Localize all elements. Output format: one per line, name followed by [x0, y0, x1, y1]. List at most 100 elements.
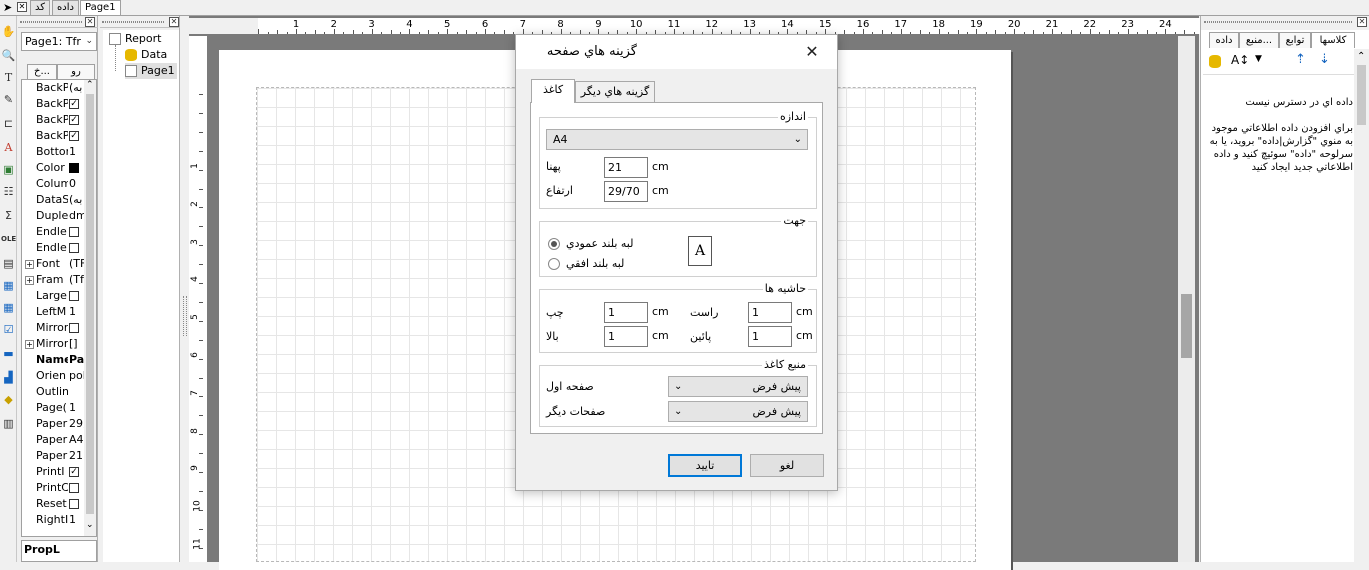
- chart-icon[interactable]: ▟: [1, 370, 16, 385]
- property-row[interactable]: Endle:: [22, 224, 86, 240]
- property-row[interactable]: + Mirror[]: [22, 336, 86, 352]
- dialog-titlebar[interactable]: گزينه هاي صفحه ✕: [516, 35, 837, 69]
- rich-text-icon[interactable]: ▤: [1, 256, 16, 271]
- property-row[interactable]: Large: [22, 288, 86, 304]
- gradient-icon[interactable]: ▬: [1, 346, 16, 361]
- panel-grip[interactable]: [20, 21, 82, 23]
- property-row[interactable]: Duple dm: [22, 208, 86, 224]
- splitter-grip[interactable]: [183, 296, 187, 336]
- tab-paper[interactable]: كاغذ: [531, 79, 575, 103]
- property-checkbox[interactable]: [69, 323, 79, 333]
- page-select[interactable]: Page1: Tfr ⌄: [21, 32, 97, 51]
- splitter[interactable]: [181, 16, 189, 562]
- landscape-radio[interactable]: [548, 258, 560, 270]
- property-row[interactable]: Bottor 1: [22, 144, 86, 160]
- memo-icon[interactable]: A: [1, 140, 16, 155]
- dialog-close-button[interactable]: ✕: [800, 40, 824, 64]
- tree-close-icon[interactable]: ✕: [169, 17, 179, 27]
- property-row[interactable]: RightI 1: [22, 512, 86, 528]
- tab-source[interactable]: منبع...: [1239, 32, 1279, 48]
- property-row[interactable]: BackP ✓: [22, 112, 86, 128]
- hand-icon[interactable]: ✋: [1, 24, 16, 39]
- dropdown-arrow-icon[interactable]: ▼: [1255, 54, 1262, 64]
- property-checkbox[interactable]: ✓: [69, 115, 79, 125]
- property-checkbox[interactable]: ✓: [69, 99, 79, 109]
- design-scrollbar[interactable]: [1178, 36, 1195, 562]
- property-checkbox[interactable]: [69, 227, 79, 237]
- database-icon[interactable]: [1209, 55, 1221, 68]
- paper-size-select[interactable]: A4 ⌄: [546, 129, 808, 150]
- tree-panel-grip[interactable]: [102, 21, 164, 23]
- cross-tab-icon[interactable]: ▦: [1, 278, 16, 293]
- color-swatch[interactable]: [69, 163, 79, 173]
- tree-node-report[interactable]: Report: [109, 31, 161, 47]
- tab-events[interactable]: خ...: [27, 64, 57, 79]
- property-checkbox[interactable]: [69, 291, 79, 301]
- property-row[interactable]: PrintC: [22, 480, 86, 496]
- right-margin-input[interactable]: 1: [748, 302, 792, 323]
- collapse-icon[interactable]: ⇡: [1295, 52, 1306, 67]
- barcode-icon[interactable]: ▥: [1, 416, 16, 431]
- expand-icon[interactable]: +: [25, 276, 34, 285]
- tab-page1[interactable]: Page1: [80, 0, 121, 15]
- property-checkbox[interactable]: [69, 499, 79, 509]
- design-scroll-thumb[interactable]: [1181, 294, 1192, 358]
- property-row[interactable]: Paper 29,: [22, 416, 86, 432]
- tab-other-options[interactable]: گزينه هاي ديگر: [575, 81, 655, 103]
- tab-properties[interactable]: رو: [57, 64, 95, 79]
- table-icon[interactable]: ▦: [1, 300, 16, 315]
- band-icon[interactable]: ⊏: [1, 116, 16, 131]
- bottom-margin-input[interactable]: 1: [748, 326, 792, 347]
- expand-icon[interactable]: +: [25, 340, 34, 349]
- scroll-up-icon[interactable]: ⌃: [86, 80, 94, 90]
- tab-data-right[interactable]: داده: [1209, 32, 1239, 48]
- scroll-thumb[interactable]: [86, 94, 94, 514]
- portrait-radio[interactable]: [548, 238, 560, 250]
- property-row[interactable]: DataS (به: [22, 192, 86, 208]
- property-row[interactable]: Orien pol: [22, 368, 86, 384]
- tab-code[interactable]: کد: [30, 0, 51, 15]
- property-row[interactable]: Paper 21: [22, 448, 86, 464]
- expand-icon[interactable]: +: [25, 260, 34, 269]
- property-row[interactable]: + Fram (Tf: [22, 272, 86, 288]
- ole-icon[interactable]: OLE: [1, 232, 16, 247]
- picture-icon[interactable]: ▣: [1, 162, 16, 177]
- property-row[interactable]: BackP (به: [22, 80, 86, 96]
- right-panel-grip[interactable]: [1204, 21, 1352, 23]
- first-page-source-select[interactable]: پيش فرض ⌄: [668, 376, 808, 397]
- right-scroll-thumb[interactable]: [1357, 65, 1366, 125]
- other-pages-source-select[interactable]: پيش فرض ⌄: [668, 401, 808, 422]
- property-row[interactable]: Colum 0: [22, 176, 86, 192]
- brush-icon[interactable]: ✎: [1, 92, 16, 107]
- tab-classes[interactable]: کلاسها: [1311, 32, 1355, 48]
- height-input[interactable]: 29/70: [604, 181, 648, 202]
- property-list[interactable]: BackP (به BackP ✓ BackP ✓ BackP ✓ Bottor 1 Color Co…: [21, 79, 97, 537]
- right-close-icon[interactable]: ✕: [1357, 17, 1367, 27]
- property-row[interactable]: Reset: [22, 496, 86, 512]
- sum-icon[interactable]: Σ: [1, 208, 16, 223]
- tree-node-page1[interactable]: Page1: [125, 63, 177, 79]
- property-row[interactable]: + Font (TF: [22, 256, 86, 272]
- shape-icon[interactable]: ◆: [1, 392, 16, 407]
- tab-data[interactable]: داده: [52, 0, 79, 15]
- expand-icon[interactable]: ⇣: [1319, 52, 1330, 67]
- scroll-up-icon[interactable]: ⌃: [1357, 51, 1365, 62]
- right-scrollbar[interactable]: ⌃: [1354, 49, 1369, 562]
- property-row[interactable]: Page(1: [22, 400, 86, 416]
- width-input[interactable]: 21: [604, 157, 648, 178]
- property-row[interactable]: Color: [22, 160, 86, 176]
- checkbox-icon[interactable]: ☑: [1, 322, 16, 337]
- property-row[interactable]: BackP ✓: [22, 96, 86, 112]
- property-checkbox[interactable]: [69, 483, 79, 493]
- tree-node-data[interactable]: Data: [125, 47, 167, 63]
- left-margin-input[interactable]: 1: [604, 302, 648, 323]
- property-row[interactable]: BackP ✓: [22, 128, 86, 144]
- property-checkbox[interactable]: ✓: [69, 467, 79, 477]
- property-row[interactable]: NamePa: [22, 352, 86, 368]
- property-row[interactable]: Paper A4: [22, 432, 86, 448]
- property-row[interactable]: Outlin: [22, 384, 86, 400]
- property-row[interactable]: Mirror: [22, 320, 86, 336]
- subreport-icon[interactable]: ☷: [1, 184, 16, 199]
- ok-button[interactable]: تاييد: [668, 454, 742, 477]
- tab-functions[interactable]: توابع: [1279, 32, 1311, 48]
